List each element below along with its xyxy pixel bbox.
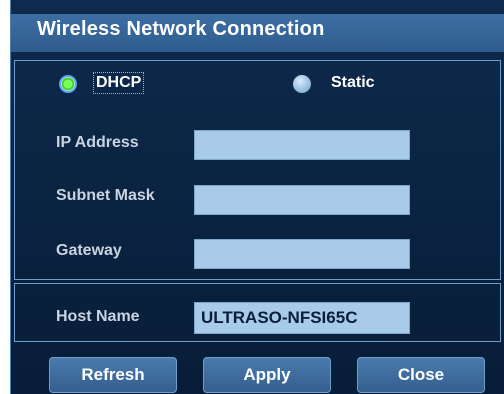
- ip-address-field[interactable]: [194, 130, 410, 160]
- title-bar: Wireless Network Connection: [11, 14, 504, 52]
- host-name-label: Host Name: [56, 308, 140, 325]
- dhcp-label[interactable]: DHCP: [93, 72, 145, 94]
- dialog-title: Wireless Network Connection: [37, 18, 325, 40]
- subnet-mask-field[interactable]: [194, 185, 410, 215]
- static-radio-icon[interactable]: [293, 75, 311, 93]
- refresh-button[interactable]: Refresh: [49, 357, 177, 393]
- dhcp-radio-icon[interactable]: [59, 75, 77, 93]
- close-button[interactable]: Close: [357, 357, 485, 393]
- wireless-network-dialog: Wireless Network Connection DHCP Static …: [10, 0, 504, 394]
- gateway-label: Gateway: [56, 242, 122, 259]
- gateway-field[interactable]: [194, 239, 410, 269]
- host-name-field[interactable]: [194, 302, 410, 334]
- ip-address-label: IP Address: [56, 134, 139, 151]
- subnet-mask-label: Subnet Mask: [56, 187, 155, 204]
- static-label[interactable]: Static: [331, 74, 375, 92]
- apply-button[interactable]: Apply: [203, 357, 331, 393]
